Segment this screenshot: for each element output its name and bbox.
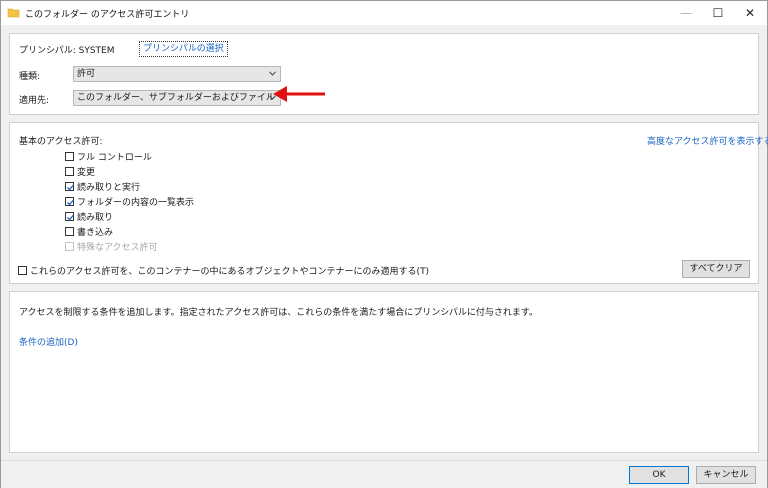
permission-label: 読み取り — [77, 212, 114, 223]
annotation-arrow-icon — [273, 86, 325, 102]
checkmark-icon — [67, 199, 74, 205]
applies-to-label: 適用先: — [19, 96, 50, 106]
ok-button[interactable]: OK — [629, 466, 689, 484]
checkbox-checked[interactable] — [65, 211, 74, 221]
permission-label: フル コントロール — [77, 152, 152, 163]
apply-only-within-container[interactable]: これらのアクセス許可を、このコンテナーの中にあるオブジェクトやコンテナーにのみ適… — [18, 264, 430, 277]
select-principal-link[interactable]: プリンシパルの選択 — [139, 41, 228, 57]
basic-permissions-heading: 基本のアクセス許可: — [19, 137, 103, 147]
maximize-button[interactable]: ☐ — [703, 1, 733, 25]
conditions-panel: アクセスを制限する条件を追加します。指定されたアクセス許可は、これらの条件を満た… — [9, 291, 759, 453]
principal-panel: プリンシパル: SYSTEM プリンシパルの選択 種類: 許可 適用先: このフ… — [9, 33, 759, 115]
basic-permissions-panel: 基本のアクセス許可: 高度なアクセス許可を表示する フル コントロール 変更 読… — [9, 122, 768, 284]
permission-label: 変更 — [77, 167, 96, 178]
cancel-button[interactable]: キャンセル — [696, 466, 756, 484]
checkbox[interactable] — [65, 226, 74, 236]
checkmark-icon — [67, 214, 74, 220]
title-bar[interactable]: このフォルダー のアクセス許可エントリ — ☐ ✕ — [1, 1, 767, 25]
permission-modify[interactable]: 変更 — [65, 165, 96, 178]
close-button[interactable]: ✕ — [735, 1, 765, 25]
folder-icon — [7, 8, 20, 18]
chevron-down-icon — [269, 71, 276, 76]
minimize-button[interactable]: — — [671, 1, 701, 25]
checkbox[interactable] — [65, 151, 74, 161]
checkbox[interactable] — [65, 166, 74, 176]
permission-read-execute[interactable]: 読み取りと実行 — [65, 180, 141, 193]
checkbox-checked[interactable] — [65, 196, 74, 206]
checkmark-icon — [67, 184, 74, 190]
checkbox-checked[interactable] — [65, 181, 74, 191]
permission-label: 読み取りと実行 — [77, 182, 141, 193]
type-dropdown-value: 許可 — [77, 69, 96, 79]
window-title: このフォルダー のアクセス許可エントリ — [25, 10, 190, 20]
advanced-permissions-link[interactable]: 高度なアクセス許可を表示する — [647, 134, 768, 147]
applies-to-dropdown[interactable]: このフォルダー、サブフォルダーおよびファイル — [73, 90, 281, 106]
conditions-description: アクセスを制限する条件を追加します。指定されたアクセス許可は、これらの条件を満た… — [19, 308, 539, 318]
dialog-button-bar: OK キャンセル — [1, 460, 767, 488]
permission-special: 特殊なアクセス許可 — [65, 240, 158, 253]
permission-label: フォルダーの内容の一覧表示 — [77, 197, 195, 208]
apply-only-label: これらのアクセス許可を、このコンテナーの中にあるオブジェクトやコンテナーにのみ適… — [30, 266, 430, 277]
permission-label: 特殊なアクセス許可 — [77, 242, 158, 253]
add-condition-link[interactable]: 条件の追加(D) — [19, 335, 78, 348]
type-dropdown[interactable]: 許可 — [73, 66, 281, 82]
clear-all-button[interactable]: すべてクリア — [682, 260, 750, 278]
permission-full-control[interactable]: フル コントロール — [65, 150, 152, 163]
permission-read[interactable]: 読み取り — [65, 210, 114, 223]
applies-to-dropdown-value: このフォルダー、サブフォルダーおよびファイル — [77, 93, 275, 103]
permission-list-folder-contents[interactable]: フォルダーの内容の一覧表示 — [65, 195, 195, 208]
permission-label: 書き込み — [77, 227, 114, 238]
principal-label: プリンシパル: SYSTEM — [19, 46, 115, 56]
checkbox[interactable] — [18, 265, 27, 275]
type-label: 種類: — [19, 72, 41, 82]
permission-write[interactable]: 書き込み — [65, 225, 114, 238]
permission-entry-window: このフォルダー のアクセス許可エントリ — ☐ ✕ プリンシパル: SYSTEM… — [0, 0, 768, 488]
checkbox-disabled — [65, 241, 74, 251]
